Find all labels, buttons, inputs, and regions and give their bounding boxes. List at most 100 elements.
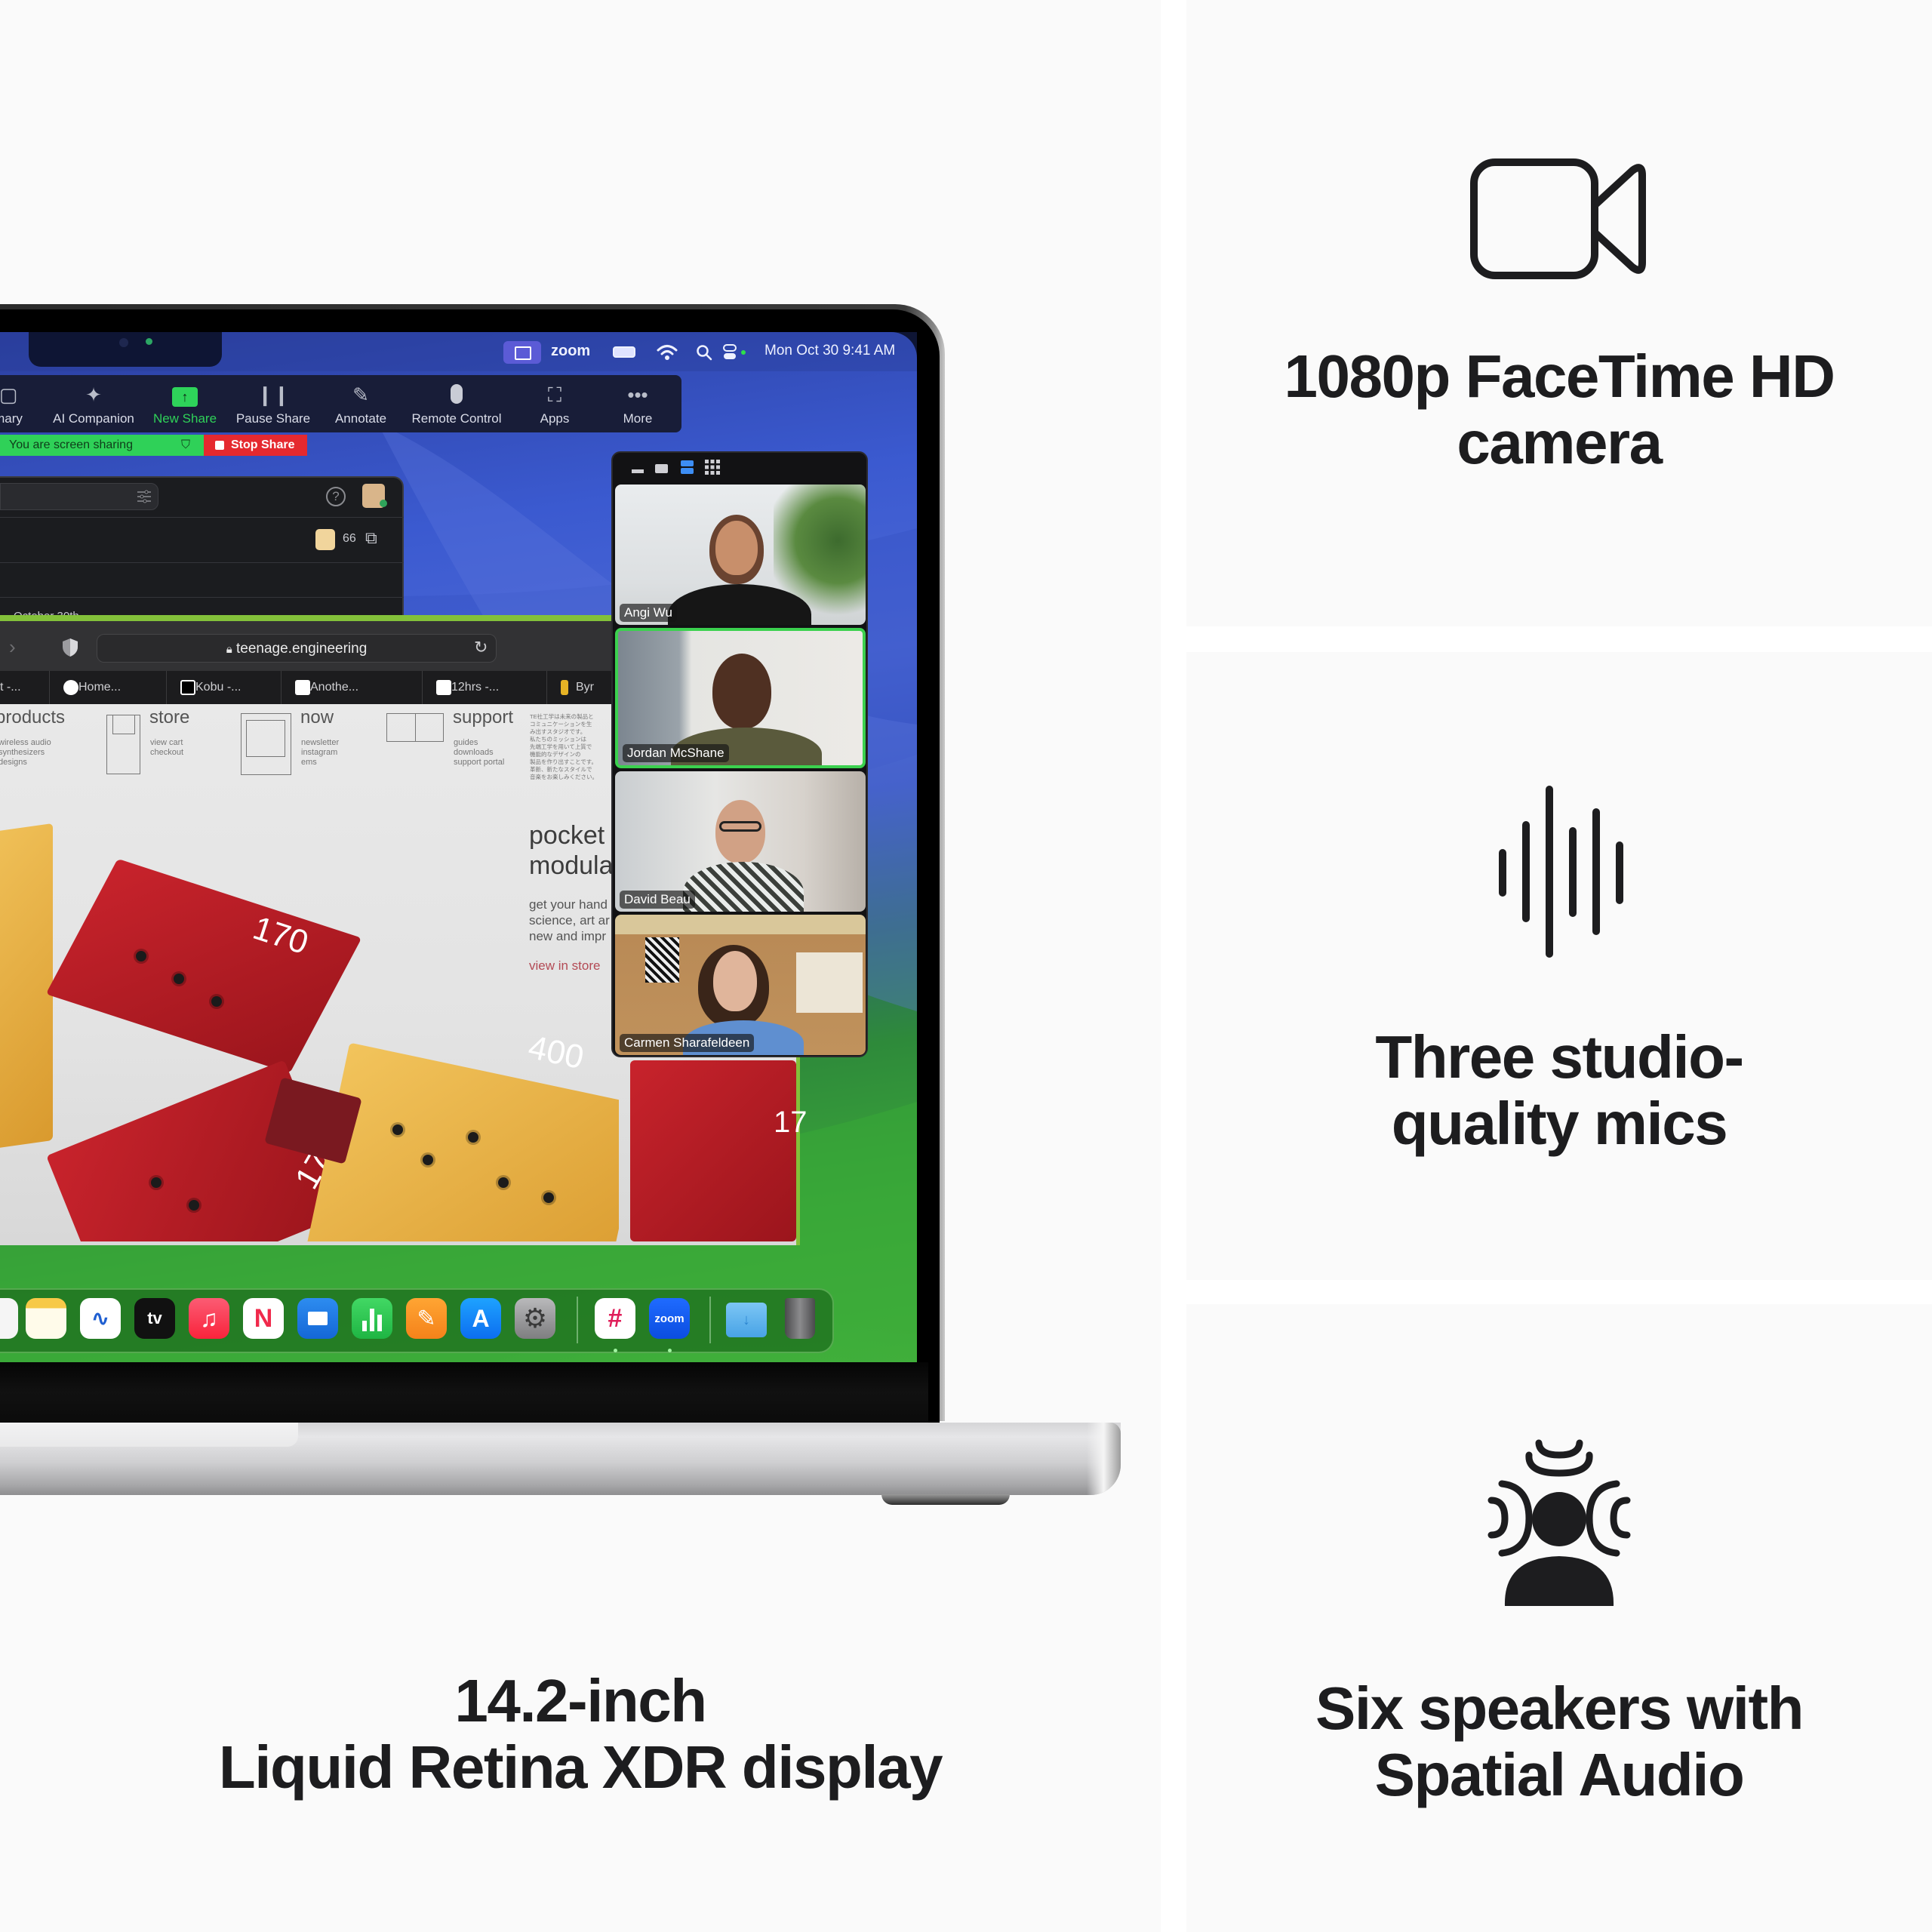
nav-store-links[interactable]: view cart checkout [150, 738, 183, 758]
browser-tab[interactable]: t -... [0, 671, 49, 704]
wifi-icon[interactable] [657, 343, 678, 361]
zoom-app-icon[interactable]: zoom [649, 1298, 690, 1339]
nav-support[interactable]: support [453, 707, 513, 728]
nav-now[interactable]: now [300, 707, 334, 728]
slack-glyph: # [608, 1303, 623, 1333]
nav-support-links[interactable]: guides downloads support portal [454, 738, 504, 768]
nav-now-links[interactable]: newsletter instagram ems [301, 738, 339, 768]
ai-companion-button[interactable]: ✦ AI Companion [50, 375, 137, 432]
trash-icon[interactable] [785, 1298, 815, 1339]
tab-favicon [63, 680, 78, 695]
laptop-base-edge [1087, 1423, 1121, 1495]
participant-face [713, 951, 757, 1011]
download-glyph: ↓ [743, 1311, 750, 1328]
downloads-folder-icon[interactable]: ↓ [726, 1303, 767, 1337]
tab-favicon [180, 680, 195, 695]
japanese-blurb: TE社工学は未来の製品と コミュニケーションを生 み出すスタジオです。 私たちの… [530, 713, 598, 780]
freeform-icon[interactable]: ∿ [80, 1298, 121, 1339]
apps-label: Apps [540, 411, 570, 426]
title-line-1: 1080p FaceTime HD [1284, 343, 1835, 410]
settings-gear-icon[interactable]: ⚙ [515, 1298, 555, 1339]
browser-tab[interactable]: 12hrs -... [422, 671, 546, 704]
menubar-app-name[interactable]: zoom [551, 343, 590, 360]
pages-icon[interactable]: ✎ [406, 1298, 447, 1339]
browser-tab[interactable]: Anothe... [281, 671, 422, 704]
pause-share-label: Pause Share [235, 411, 311, 426]
zoom-share-icon[interactable] [503, 341, 541, 364]
pause-share-button[interactable]: ❙❙ Pause Share [233, 375, 313, 432]
browser-tab[interactable]: Kobu -... [166, 671, 281, 704]
browser-tab[interactable]: Byr [546, 671, 622, 704]
support-graphic-divider [415, 713, 416, 742]
nav-products-links[interactable]: wireless audio synthesizers designs [0, 738, 51, 768]
battery-icon[interactable] [613, 346, 635, 358]
filter-sliders-icon[interactable] [136, 489, 152, 504]
slack-icon[interactable]: # [595, 1298, 635, 1339]
dock-separator [577, 1297, 578, 1343]
notes-icon[interactable] [26, 1298, 66, 1339]
grid-view-icon[interactable] [705, 460, 720, 475]
reminders-icon[interactable] [0, 1298, 18, 1339]
jack [174, 974, 184, 984]
jack [392, 1124, 403, 1135]
search-icon[interactable] [696, 344, 712, 361]
menubar-clock[interactable]: Mon Oct 30 9:41 AM [764, 343, 895, 359]
running-indicator [668, 1349, 672, 1352]
nav-products[interactable]: products [0, 707, 65, 728]
lid-opening-notch [0, 1423, 298, 1447]
browser-tab[interactable]: Home... [49, 671, 166, 704]
more-button[interactable]: ••• More [611, 375, 664, 432]
news-icon[interactable]: N [243, 1298, 284, 1339]
new-share-button[interactable]: ↑ New Share [149, 375, 220, 432]
forward-chevron-icon[interactable]: › [9, 635, 16, 659]
title-line-2: Spatial Audio [1374, 1741, 1745, 1808]
jack [151, 1177, 162, 1188]
store-graphic-detail [112, 715, 135, 734]
gallery-strip-icon[interactable] [681, 460, 694, 466]
apps-icon: ⛶ [547, 383, 562, 406]
control-center-icon[interactable] [723, 343, 747, 361]
minimize-icon[interactable] [632, 469, 644, 473]
video-camera-icon [1470, 158, 1646, 279]
participant-name: Carmen Sharafeldeen [620, 1034, 755, 1052]
jack [211, 996, 222, 1007]
annotate-button[interactable]: ✎ Annotate [329, 375, 392, 432]
speaker-view-icon[interactable] [655, 464, 668, 473]
ellipsis-icon: ••• [627, 383, 648, 406]
participant-tile[interactable]: David Beau [615, 771, 866, 912]
privacy-shield-icon[interactable] [62, 638, 78, 657]
participant-body [683, 862, 804, 912]
participant-tile-active-speaker[interactable]: Jordan McShane [615, 628, 866, 768]
sparkle-icon: ✦ [85, 383, 102, 406]
summary-button[interactable]: ▢ mary [0, 375, 32, 432]
tv-glyph: tv [147, 1309, 162, 1327]
apps-button[interactable]: ⛶ Apps [528, 375, 581, 432]
participant-name: Jordan McShane [623, 744, 729, 762]
bar [370, 1309, 374, 1331]
music-icon[interactable]: ♫ [189, 1298, 229, 1339]
filter-search-field[interactable] [0, 483, 158, 510]
gallery-strip-icon-lower [681, 468, 694, 474]
add-note-icon[interactable]: ⧉ [365, 528, 377, 548]
tab-label: Home... [78, 681, 122, 694]
help-icon[interactable]: ? [326, 487, 346, 506]
url-text[interactable]: 🔒︎ teenage.engineering [97, 641, 497, 657]
nav-store[interactable]: store [149, 707, 189, 728]
keynote-icon[interactable] [297, 1298, 338, 1339]
numbers-icon[interactable] [352, 1298, 392, 1339]
participant-tile[interactable]: Angi Wu [615, 485, 866, 625]
laptop-foot [881, 1494, 1010, 1505]
remote-control-button[interactable]: Remote Control [408, 375, 506, 432]
sharing-status-text: You are screen sharing [9, 438, 133, 451]
apple-tv-icon[interactable]: tv [134, 1298, 175, 1339]
participant-tile[interactable]: Carmen Sharafeldeen [615, 915, 866, 1055]
mics-title: Three studio- quality mics [1186, 1024, 1932, 1157]
reload-icon[interactable]: ↻ [474, 638, 488, 657]
view-in-store-link[interactable]: view in store [529, 958, 600, 974]
annotate-label: Annotate [334, 411, 387, 426]
summary-label: mary [0, 411, 23, 426]
participant-name: Angi Wu [620, 604, 677, 622]
app-store-icon[interactable]: A [460, 1298, 501, 1339]
screen-sharing-status: You are screen sharing ⛉ [0, 435, 204, 456]
wall-art [645, 937, 679, 983]
